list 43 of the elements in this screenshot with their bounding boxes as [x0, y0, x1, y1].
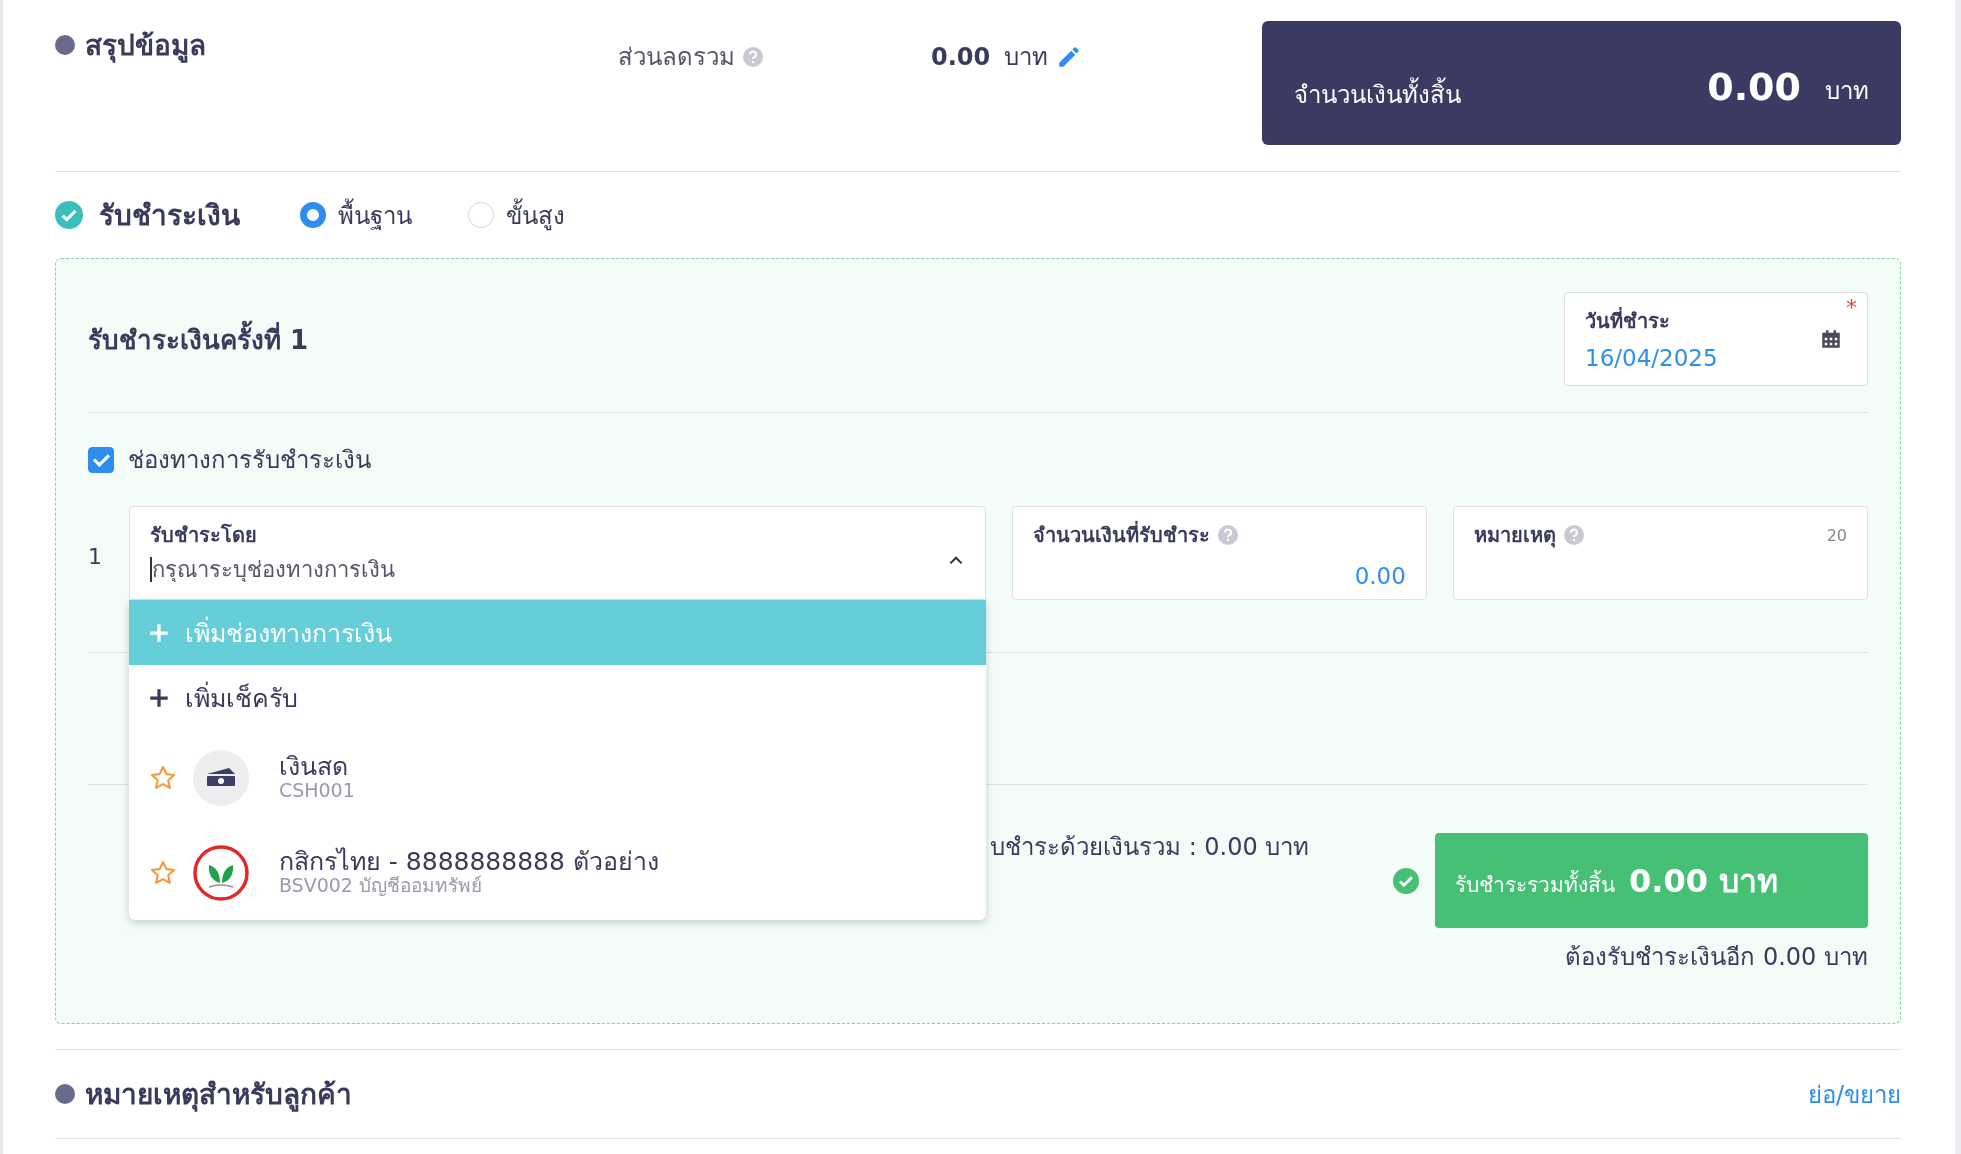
radio-label[interactable]: พื้นฐาน: [338, 195, 412, 235]
plus-icon: [148, 687, 169, 708]
star-icon[interactable]: [148, 858, 177, 887]
total-label: จำนวนเงินทั้งสิ้น: [1294, 74, 1461, 114]
star-icon[interactable]: [148, 763, 177, 792]
cash-icon: [192, 749, 249, 806]
plus-icon: [148, 622, 169, 643]
amount-field[interactable]: จำนวนเงินที่รับชำระ 0.00: [1011, 506, 1427, 600]
bullet-icon: [55, 35, 75, 55]
radio-button[interactable]: [300, 202, 326, 228]
installment-title: รับชำระเงินครั้งที่ 1: [88, 318, 309, 360]
discount-unit: บาท: [1004, 42, 1049, 73]
row-number: 1: [88, 543, 103, 569]
section-title: หมายเหตุสำหรับลูกค้า: [85, 1077, 352, 1114]
payment-method-input[interactable]: กรุณาระบุช่องทางการเงิน: [149, 557, 937, 582]
required-mark: *: [1846, 295, 1857, 320]
discount-label: ส่วนลดรวม: [618, 42, 735, 73]
dropdown-item[interactable]: เพิ่มเช็ครับ: [128, 665, 986, 730]
section-title: รับชำระเงิน: [99, 198, 240, 234]
dropdown-item[interactable]: เงินสด CSH001: [128, 730, 986, 825]
payment-method-select[interactable]: รับชำระโดย กรุณาระบุช่องทางการเงิน: [128, 506, 986, 600]
total-value: 0.00: [1707, 65, 1801, 109]
leaf-logo-icon: [192, 844, 249, 901]
total-unit: บาท: [1825, 75, 1869, 107]
paid-total-text: บชำระด้วยเงินรวม : 0.00 บาท: [990, 832, 1310, 863]
note-field[interactable]: หมายเหตุ 20: [1452, 506, 1868, 600]
help-icon[interactable]: [1217, 525, 1238, 545]
calendar-icon[interactable]: [1821, 329, 1841, 349]
checkbox[interactable]: [88, 446, 114, 473]
dropdown-item[interactable]: กสิกรไทย - 8888888888 ตัวอย่าง BSV002 บัญชีออมทรัพย์: [128, 825, 986, 920]
check-circle-icon: [1393, 867, 1419, 894]
date-field[interactable]: * วันที่ชำระ 16/04/2025: [1564, 292, 1868, 386]
bullet-icon: [55, 1084, 75, 1104]
help-icon[interactable]: [743, 46, 763, 67]
radio-label[interactable]: ขั้นสูง: [506, 195, 565, 235]
remaining-text: ต้องรับชำระเงินอีก 0.00 บาท: [1564, 942, 1868, 973]
character-limit: 20: [1826, 525, 1847, 545]
section-title: สรุปข้อมูล: [85, 28, 206, 65]
grand-total-label: รับชำระรวมทั้งสิ้น: [1455, 868, 1615, 901]
grand-total-value: 0.00 บาท: [1629, 861, 1779, 902]
help-icon[interactable]: [1563, 525, 1584, 545]
checkbox-label[interactable]: ช่องทางการรับชำระเงิน: [128, 440, 371, 479]
discount-value: 0.00: [931, 42, 991, 71]
